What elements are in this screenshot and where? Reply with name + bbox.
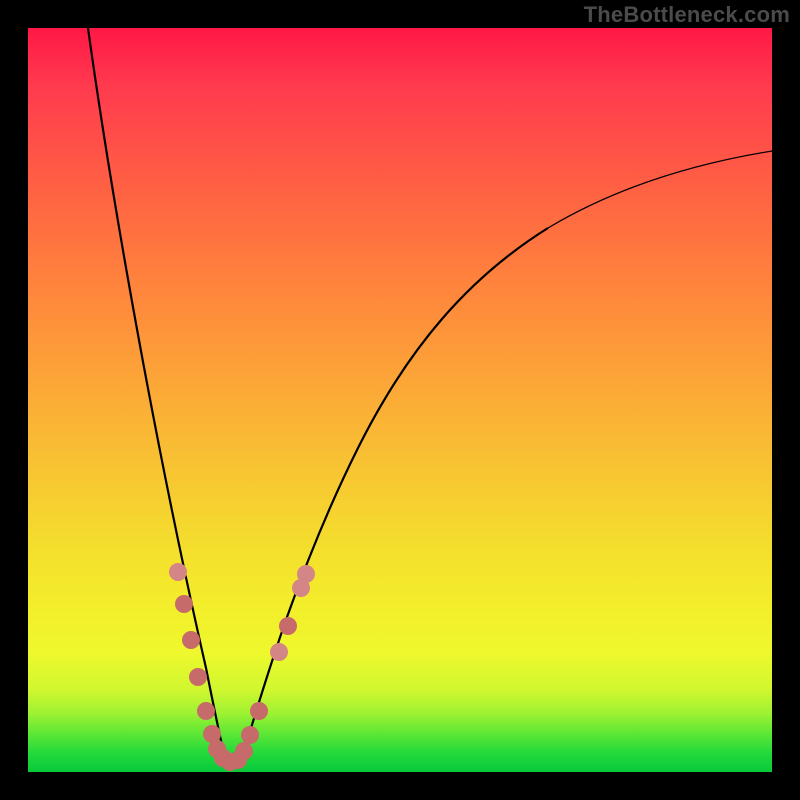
marker-dot <box>182 631 200 649</box>
marker-dot <box>279 617 297 635</box>
marker-dot <box>250 702 268 720</box>
markers-group <box>169 563 315 771</box>
marker-dot <box>169 563 187 581</box>
marker-dot <box>189 668 207 686</box>
right-curve-lower <box>242 228 548 758</box>
marker-dot <box>235 742 253 760</box>
marker-dot <box>241 726 259 744</box>
chart-container: TheBottleneck.com <box>0 0 800 800</box>
curve-svg <box>28 28 772 772</box>
marker-dot <box>297 565 315 583</box>
plot-area <box>28 28 772 772</box>
left-curve <box>88 28 225 758</box>
marker-dot <box>175 595 193 613</box>
marker-dot <box>270 643 288 661</box>
watermark-text: TheBottleneck.com <box>584 2 790 28</box>
marker-dot <box>197 702 215 720</box>
right-curve-upper <box>548 151 772 228</box>
